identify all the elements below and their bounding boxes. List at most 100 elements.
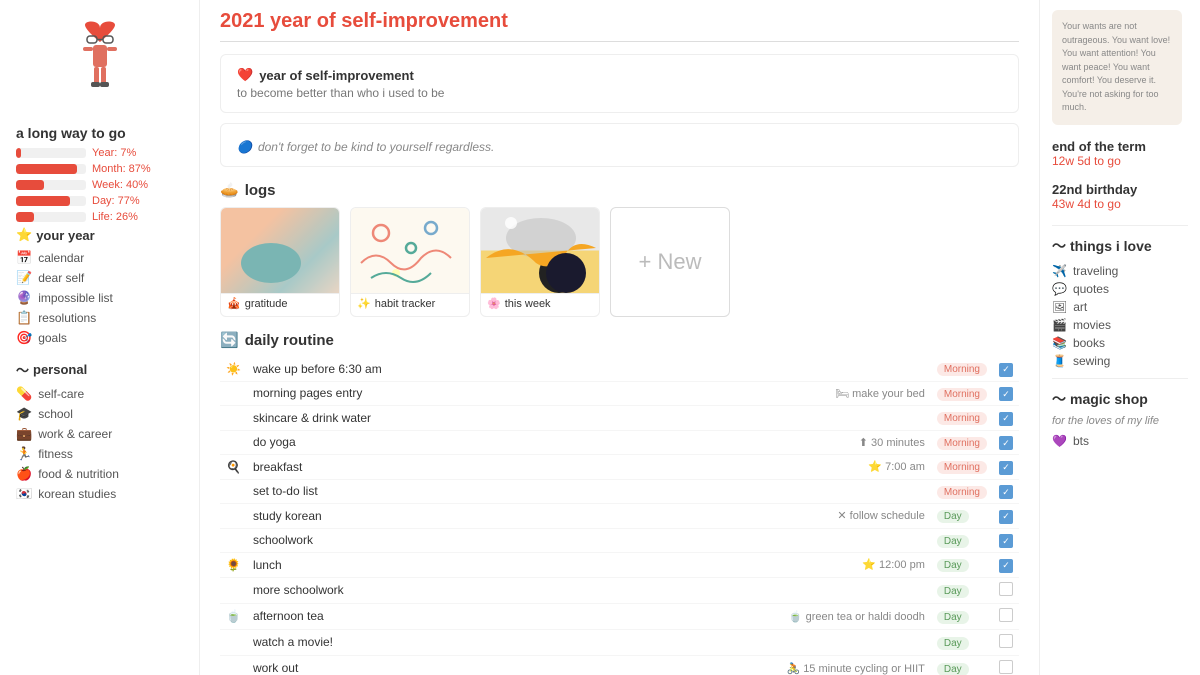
things-item-traveling[interactable]: ✈️traveling [1052, 262, 1188, 280]
progress-label: Month: 87% [92, 163, 151, 175]
event-birthday: 22nd birthday 43w 4d to go [1052, 182, 1188, 211]
log-this-week[interactable]: 🌸 this week [480, 207, 600, 317]
new-log-button[interactable]: + New [610, 207, 730, 317]
sidebar-item-korean-studies[interactable]: 🇰🇷korean studies [16, 484, 183, 504]
sidebar-item-work-&-career[interactable]: 💼work & career [16, 424, 183, 444]
task-checkbox[interactable]: ✓ [999, 461, 1013, 475]
things-label: sewing [1073, 354, 1110, 368]
event-name-2: 22nd birthday [1052, 182, 1188, 197]
progress-item: Year: 7% [16, 147, 183, 159]
nav-icon: 🎯 [16, 330, 32, 346]
task-checkbox-cell[interactable] [993, 655, 1019, 675]
task-checkbox-cell[interactable] [993, 629, 1019, 655]
table-row: more schoolwork Day [220, 577, 1019, 603]
log-habit-label: ✨ habit tracker [351, 293, 469, 313]
task-icon-cell: 🍳 [220, 455, 247, 480]
sidebar-item-calendar[interactable]: 📅calendar [16, 248, 183, 268]
task-checkbox-cell[interactable]: ✓ [993, 455, 1019, 480]
things-item-movies[interactable]: 🎬movies [1052, 316, 1188, 334]
logs-grid: 🎪 gratitude ✨ habit [220, 207, 1019, 317]
task-checkbox-cell[interactable]: ✓ [993, 479, 1019, 504]
nav-icon: 🏃 [16, 446, 32, 462]
table-row: ☀️ wake up before 6:30 am Morning ✓ [220, 357, 1019, 381]
task-checkbox[interactable]: ✓ [999, 412, 1013, 426]
task-detail [578, 577, 931, 603]
task-name: more schoolwork [247, 577, 578, 603]
task-checkbox[interactable]: ✓ [999, 510, 1013, 524]
task-checkbox[interactable]: ✓ [999, 534, 1013, 548]
task-tag-cell: Day [931, 553, 993, 578]
things-item-art[interactable]: 🖼art [1052, 298, 1188, 316]
year-label: 2021 [220, 10, 265, 32]
task-checkbox-cell[interactable]: ✓ [993, 504, 1019, 529]
task-tag: Day [937, 510, 969, 523]
task-checkbox[interactable]: ✓ [999, 559, 1013, 573]
event-name-1: end of the term [1052, 139, 1188, 154]
event-time-1: 12w 5d to go [1052, 154, 1188, 168]
task-tag-cell: Day [931, 577, 993, 603]
nav-icon: 📝 [16, 270, 32, 286]
task-checkbox-cell[interactable]: ✓ [993, 357, 1019, 381]
things-item-sewing[interactable]: 🧵sewing [1052, 352, 1188, 370]
task-tag: Morning [937, 437, 987, 450]
task-checkbox-cell[interactable]: ✓ [993, 528, 1019, 553]
quote-card: Your wants are not outrageous. You want … [1052, 10, 1182, 125]
sidebar-item-school[interactable]: 🎓school [16, 404, 183, 424]
task-name: do yoga [247, 430, 578, 455]
task-checkbox-cell[interactable]: ✓ [993, 406, 1019, 431]
sidebar-item-impossible-list[interactable]: 🔮impossible list [16, 288, 183, 308]
task-checkbox[interactable]: ✓ [999, 363, 1013, 377]
sidebar-item-food-&-nutrition[interactable]: 🍎food & nutrition [16, 464, 183, 484]
sidebar-item-self-care[interactable]: 💊self-care [16, 384, 183, 404]
sidebar-item-goals[interactable]: 🎯goals [16, 328, 183, 348]
sidebar-item-dear-self[interactable]: 📝dear self [16, 268, 183, 288]
task-icon-cell [220, 430, 247, 455]
task-checkbox-cell[interactable]: ✓ [993, 430, 1019, 455]
task-checkbox[interactable] [999, 660, 1013, 674]
things-icon: 💬 [1052, 282, 1067, 296]
task-tag: Morning [937, 363, 987, 376]
task-name: schoolwork [247, 528, 578, 553]
task-detail [578, 406, 931, 431]
task-checkbox[interactable]: ✓ [999, 485, 1013, 499]
task-checkbox[interactable] [999, 608, 1013, 622]
task-icon-cell: 🍵 [220, 603, 247, 629]
task-icon-cell [220, 479, 247, 504]
gratitude-icon: 🎪 [227, 297, 241, 310]
sidebar-item-resolutions[interactable]: 📋resolutions [16, 308, 183, 328]
nav-label: calendar [38, 251, 84, 265]
things-item-books[interactable]: 📚books [1052, 334, 1188, 352]
things-label: books [1073, 336, 1105, 350]
table-row: morning pages entry 🛏 make your bed Morn… [220, 381, 1019, 406]
task-checkbox-cell[interactable] [993, 603, 1019, 629]
progress-bar-bg [16, 148, 86, 158]
task-checkbox[interactable]: ✓ [999, 436, 1013, 450]
logs-header: 🥧 logs [220, 181, 1019, 199]
task-checkbox[interactable] [999, 634, 1013, 648]
magic-item-bts[interactable]: 💜bts [1052, 432, 1188, 450]
things-label: movies [1073, 318, 1111, 332]
log-gratitude[interactable]: 🎪 gratitude [220, 207, 340, 317]
task-checkbox-cell[interactable]: ✓ [993, 381, 1019, 406]
log-habit-tracker[interactable]: ✨ habit tracker [350, 207, 470, 317]
goal-subtitle: to become better than who i used to be [237, 86, 1002, 100]
logs-icon: 🥧 [220, 181, 239, 199]
sidebar: a long way to go Year: 7% Month: 87% Wee… [0, 0, 200, 675]
things-item-quotes[interactable]: 💬 quotes [1052, 280, 1188, 298]
progress-bar-bg [16, 196, 86, 206]
task-checkbox-cell[interactable] [993, 577, 1019, 603]
task-checkbox[interactable]: ✓ [999, 387, 1013, 401]
task-checkbox-cell[interactable]: ✓ [993, 553, 1019, 578]
divider-1 [1052, 225, 1188, 226]
task-checkbox[interactable] [999, 582, 1013, 596]
star-icon: ⭐ [16, 227, 32, 243]
task-tag-cell: Morning [931, 479, 993, 504]
table-row: study korean ✕ follow schedule Day ✓ [220, 504, 1019, 529]
task-tag-cell: Day [931, 504, 993, 529]
sidebar-item-fitness[interactable]: 🏃fitness [16, 444, 183, 464]
page-title: 2021 year of self-improvement [220, 10, 1019, 33]
things-label: quotes [1073, 282, 1109, 296]
progress-bar-bg [16, 164, 86, 174]
nav-label: self-care [38, 387, 84, 401]
task-tag: Morning [937, 486, 987, 499]
